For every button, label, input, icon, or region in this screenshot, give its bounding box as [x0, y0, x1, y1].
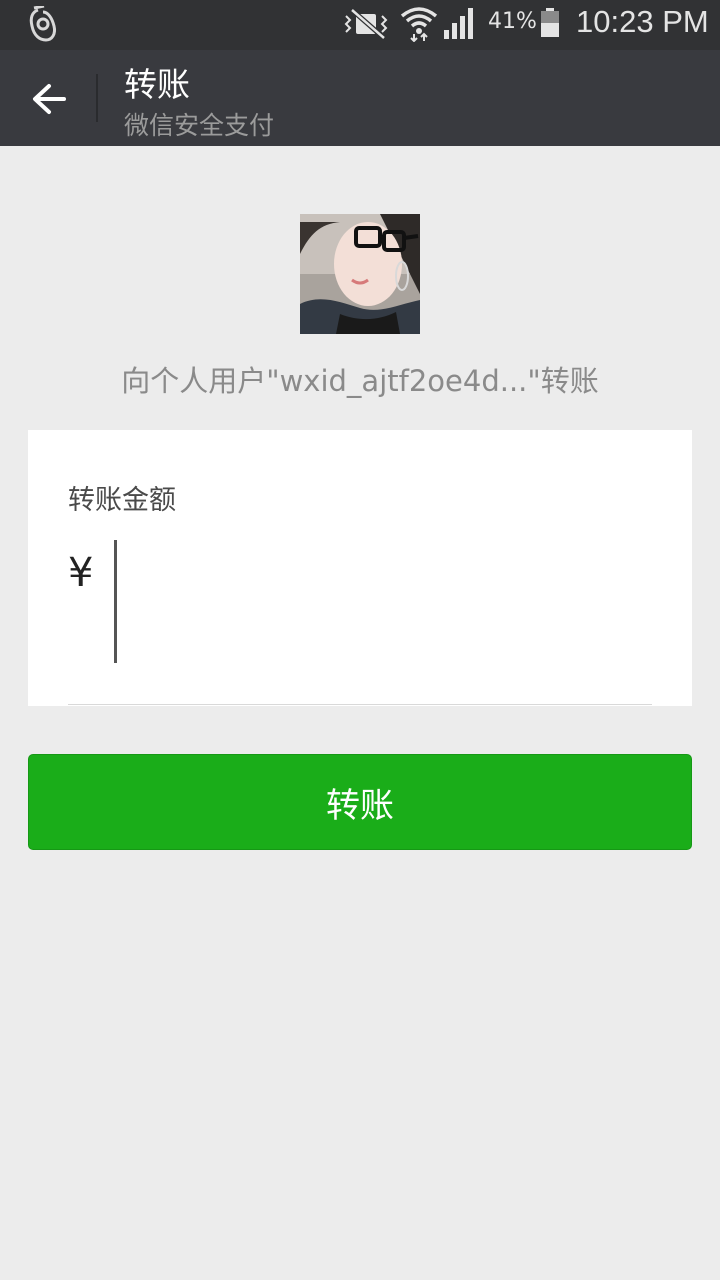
- amount-card: 转账金额 ¥: [28, 430, 692, 706]
- signal-icon: [444, 8, 473, 39]
- back-arrow-icon: [33, 84, 66, 114]
- back-button[interactable]: [22, 74, 76, 124]
- action-bar: 转账 微信安全支付: [0, 50, 720, 146]
- recipient-label: 向个人用户"wxid_ajtf2oe4d..."转账: [121, 364, 599, 398]
- battery-icon: [541, 8, 559, 37]
- page-subtitle: 微信安全支付: [124, 111, 275, 140]
- text-cursor: [114, 540, 117, 663]
- notification-icon: [29, 6, 56, 42]
- battery-percent: 41%: [488, 9, 537, 34]
- transfer-button[interactable]: 转账: [28, 754, 692, 850]
- amount-underline: [68, 704, 652, 705]
- wifi-icon: [400, 7, 438, 42]
- status-bar: 41% 10:23 PM: [0, 0, 720, 50]
- amount-input[interactable]: [112, 540, 652, 664]
- clock: 10:23 PM: [576, 4, 709, 39]
- mute-icon: [344, 8, 388, 40]
- action-bar-divider: [96, 74, 98, 122]
- recipient-avatar[interactable]: [300, 214, 420, 334]
- currency-symbol: ¥: [68, 550, 94, 596]
- page-title: 转账: [124, 65, 190, 104]
- amount-label: 转账金额: [68, 485, 176, 516]
